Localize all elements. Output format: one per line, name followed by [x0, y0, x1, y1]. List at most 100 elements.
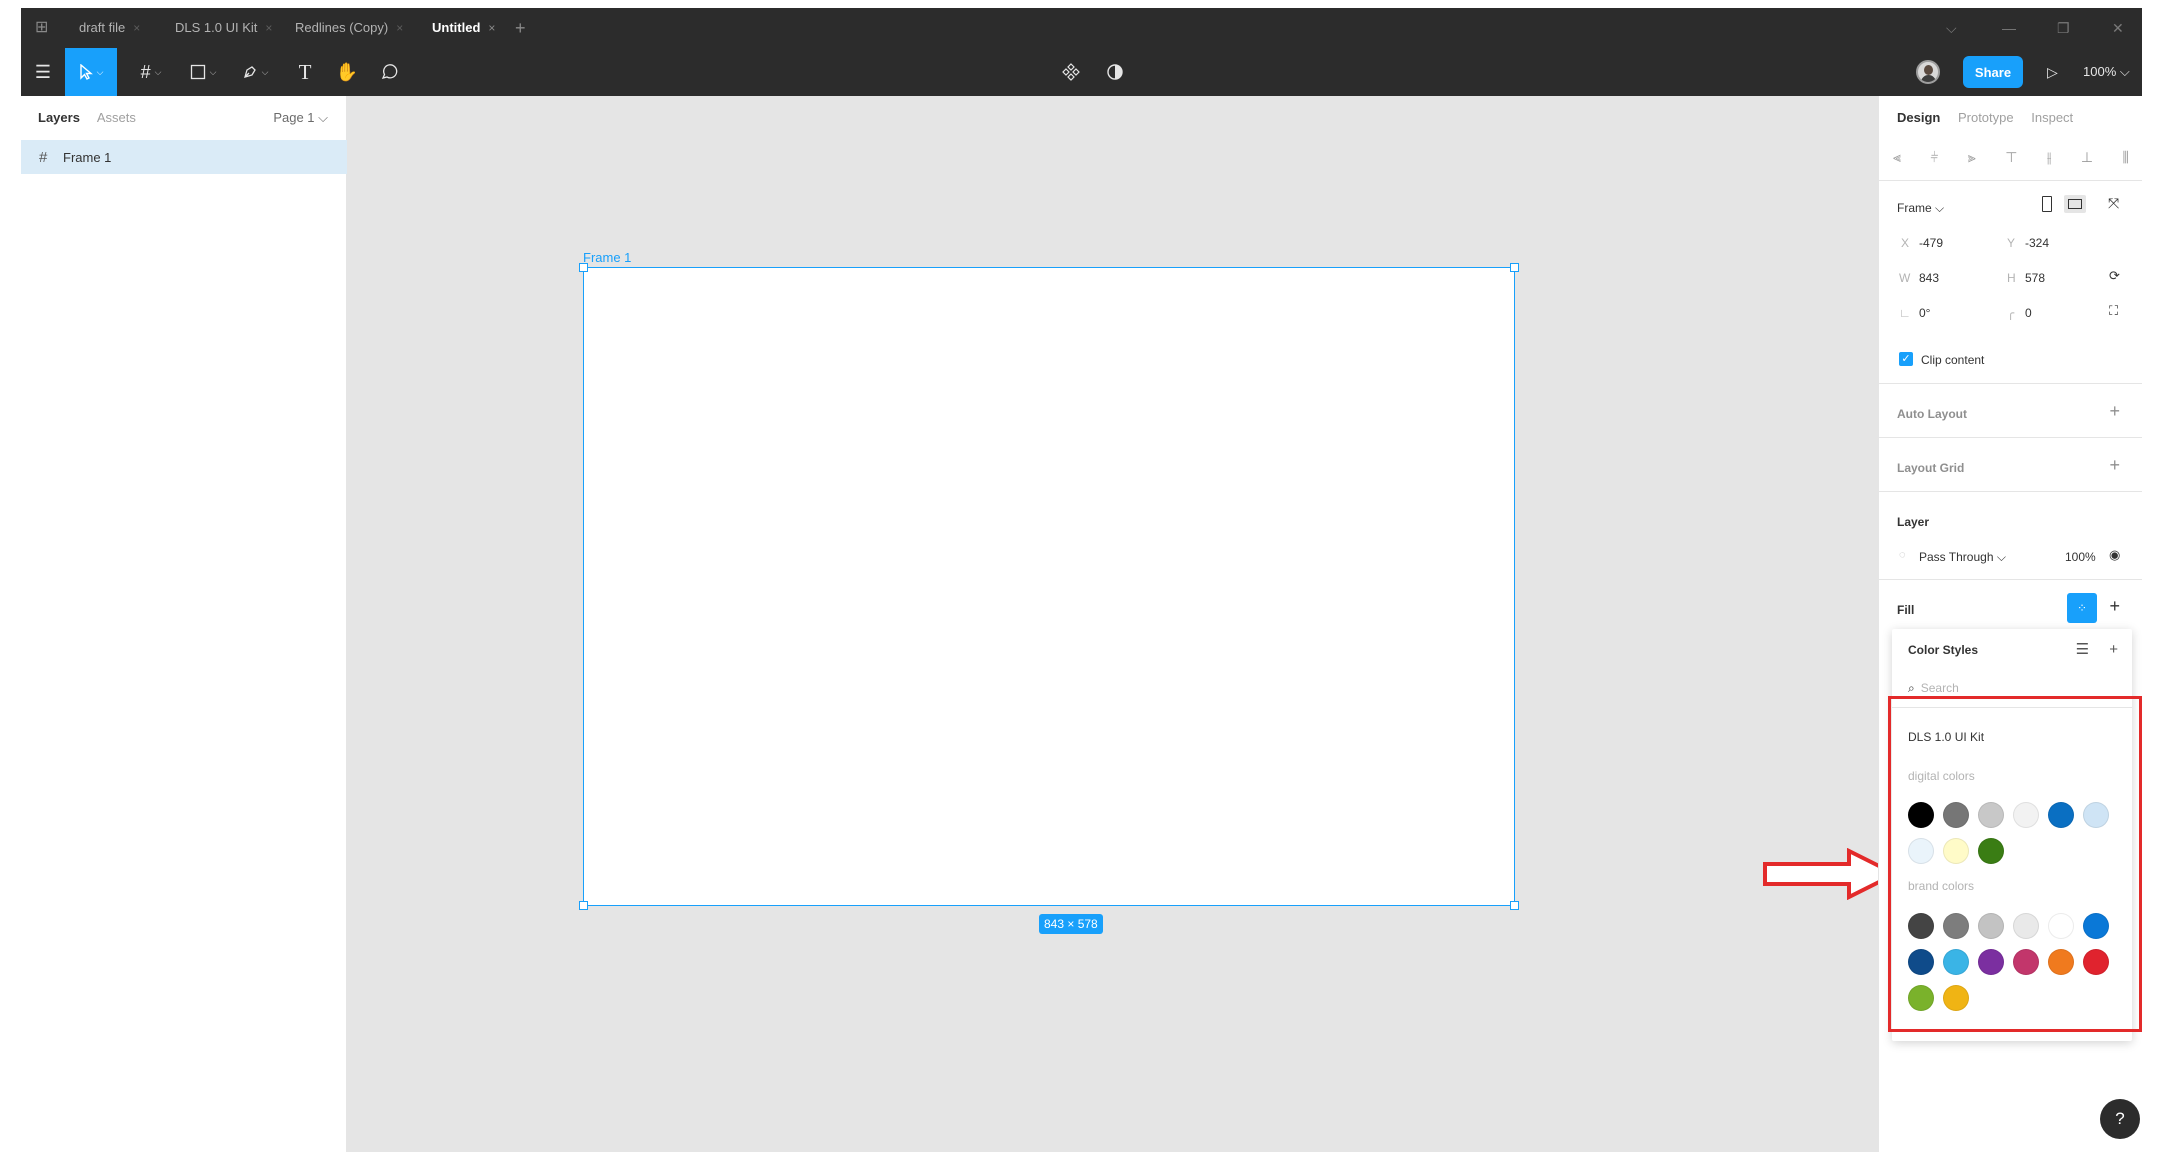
canvas[interactable]: Frame 1 843 × 578 [348, 96, 1900, 1152]
frame-label[interactable]: Frame 1 [583, 250, 631, 265]
style-picker-icon[interactable]: ⁘ [2067, 593, 2097, 623]
text-tool-icon[interactable]: T [285, 48, 325, 96]
frame-icon: # [39, 148, 48, 166]
blend-mode-dropdown[interactable]: Pass Through ⌵ [1919, 550, 2006, 565]
tab-close-icon[interactable]: × [488, 21, 495, 35]
add-layout-grid-icon[interactable]: + [2109, 455, 2120, 476]
shape-tool-button[interactable]: ⌵ [181, 48, 225, 96]
mask-glyph [1107, 64, 1123, 80]
main-menu-icon[interactable]: ☰ [21, 48, 65, 96]
minimize-icon[interactable]: — [2002, 8, 2016, 48]
share-button[interactable]: Share [1963, 56, 2023, 88]
tab-close-icon[interactable]: × [133, 21, 140, 35]
add-fill-icon[interactable]: + [2109, 596, 2120, 617]
tab-close-icon[interactable]: × [396, 21, 403, 35]
align-right-icon[interactable]: ⫸ [1968, 149, 1976, 166]
w-label: W [1899, 271, 1911, 285]
help-button[interactable]: ? [2100, 1099, 2140, 1139]
divider [1879, 491, 2142, 492]
close-window-icon[interactable]: ✕ [2112, 8, 2124, 48]
create-style-icon[interactable]: + [2109, 641, 2118, 658]
layer-name: Frame 1 [63, 149, 112, 165]
avatar[interactable] [1916, 60, 1940, 84]
divider [1879, 180, 2142, 181]
tab-label: DLS 1.0 UI Kit [175, 20, 258, 35]
corner-radius-input[interactable]: 0 [2025, 306, 2032, 320]
tab-close-icon[interactable]: × [265, 21, 272, 35]
rotation-icon: ∟ [1899, 306, 1911, 320]
restore-icon[interactable]: ❐ [2057, 8, 2070, 48]
align-bottom-icon[interactable]: ⊥ [2081, 149, 2093, 166]
figma-app-window: ⊞ draft file × DLS 1.0 UI Kit × Redlines (… [21, 8, 2142, 1152]
y-input[interactable]: -324 [2025, 236, 2049, 250]
align-top-icon[interactable]: ⊤ [2005, 149, 2017, 166]
comment-tool-icon [381, 64, 398, 79]
pen-tool-button[interactable]: ⌵ [233, 48, 277, 96]
chevron-down-icon[interactable]: ⌵ [1946, 8, 1957, 48]
pen-tool-icon [243, 66, 256, 78]
tab-dls-ui-kit[interactable]: DLS 1.0 UI Kit × [175, 8, 272, 48]
y-label: Y [2007, 236, 2016, 250]
move-tool-icon [79, 64, 93, 80]
tab-prototype[interactable]: Prototype [1958, 110, 2014, 125]
h-input[interactable]: 578 [2025, 271, 2045, 285]
distribute-icon[interactable]: ⫼ [2123, 149, 2129, 166]
tab-redlines-copy[interactable]: Redlines (Copy) × [295, 8, 403, 48]
h-label: H [2007, 271, 2016, 285]
tab-label: draft file [79, 20, 126, 35]
zoom-dropdown[interactable]: 100% ⌵ [2083, 48, 2130, 96]
portrait-icon[interactable] [2042, 196, 2052, 212]
constrain-proportions-icon[interactable]: ⟳ [2109, 268, 2120, 284]
present-play-icon[interactable]: ▷ [2047, 48, 2058, 96]
move-tool-button[interactable]: ⌵ [65, 48, 117, 96]
layer-row-frame-1[interactable]: # Frame 1 [21, 140, 347, 174]
new-tab-button[interactable]: + [515, 8, 526, 48]
resize-handle-top-right[interactable] [1510, 263, 1519, 272]
styles-search-input[interactable]: ⌕ Search [1908, 681, 1959, 696]
frame-tool-button[interactable]: # ⌵ [129, 48, 173, 96]
layer-section-title: Layer [1897, 515, 1930, 529]
tab-design[interactable]: Design [1897, 110, 1940, 125]
corner-radius-icon: ╭ [2007, 306, 2015, 320]
tab-untitled[interactable]: Untitled × [432, 8, 495, 48]
mask-icon[interactable] [1095, 48, 1135, 96]
resize-to-fit-icon[interactable]: ⤧ [2108, 195, 2119, 212]
align-vertical-center-icon[interactable]: ⫲ [2047, 149, 2052, 166]
tab-layers[interactable]: Layers [38, 110, 80, 125]
tab-assets[interactable]: Assets [97, 110, 136, 125]
align-left-icon[interactable]: ⫷ [1893, 149, 1901, 166]
search-placeholder: Search [1920, 681, 1959, 695]
color-styles-title: Color Styles [1908, 643, 1979, 657]
layout-grid-title: Layout Grid [1897, 461, 1965, 475]
resize-handle-top-left[interactable] [579, 263, 588, 272]
visibility-eye-icon[interactable]: ◉ [2109, 547, 2120, 563]
layers-panel: Layers Assets Page 1 ⌵ # Frame 1 [21, 96, 347, 1152]
components-icon[interactable] [1051, 48, 1091, 96]
clip-content-label: Clip content [1921, 353, 1985, 367]
add-auto-layout-icon[interactable]: + [2109, 401, 2120, 422]
alignment-toolbar: ⫷ ⫩ ⫸ ⊤ ⫲ ⊥ ⫼ [1893, 140, 2129, 174]
tab-inspect[interactable]: Inspect [2031, 110, 2073, 125]
w-input[interactable]: 843 [1919, 271, 1939, 285]
figma-logo-icon[interactable]: ⊞ [35, 19, 53, 37]
list-view-icon[interactable]: ☰ [2076, 641, 2089, 658]
tab-draft-file[interactable]: draft file × [79, 8, 140, 48]
clip-content-checkbox[interactable]: ✓ [1899, 352, 1913, 366]
selected-frame[interactable] [579, 263, 1519, 910]
hand-tool-icon[interactable]: ✋ [327, 48, 367, 96]
landscape-toggle[interactable] [2064, 195, 2086, 213]
x-input[interactable]: -479 [1919, 236, 1943, 250]
rectangle-tool-icon [190, 64, 205, 80]
independent-corners-icon[interactable]: ⛶ [2109, 303, 2118, 319]
popover-actions: ☰ + [2076, 629, 2118, 671]
blend-mode-icon: ◌ [1899, 549, 1906, 561]
opacity-input[interactable]: 100% [2065, 550, 2096, 564]
align-horizontal-center-icon[interactable]: ⫩ [1930, 149, 1938, 166]
toolbar: ☰ ⌵ # ⌵ ⌵ ⌵ T ✋ Share ▷ 100% ⌵ [21, 48, 2142, 96]
rotation-input[interactable]: 0° [1919, 306, 1930, 320]
resize-handle-bottom-right[interactable] [1510, 901, 1519, 910]
comment-tool-button[interactable] [369, 48, 409, 96]
resize-handle-bottom-left[interactable] [579, 901, 588, 910]
frame-preset-dropdown[interactable]: Frame ⌵ [1897, 201, 1944, 216]
page-selector[interactable]: Page 1 ⌵ [273, 96, 328, 140]
